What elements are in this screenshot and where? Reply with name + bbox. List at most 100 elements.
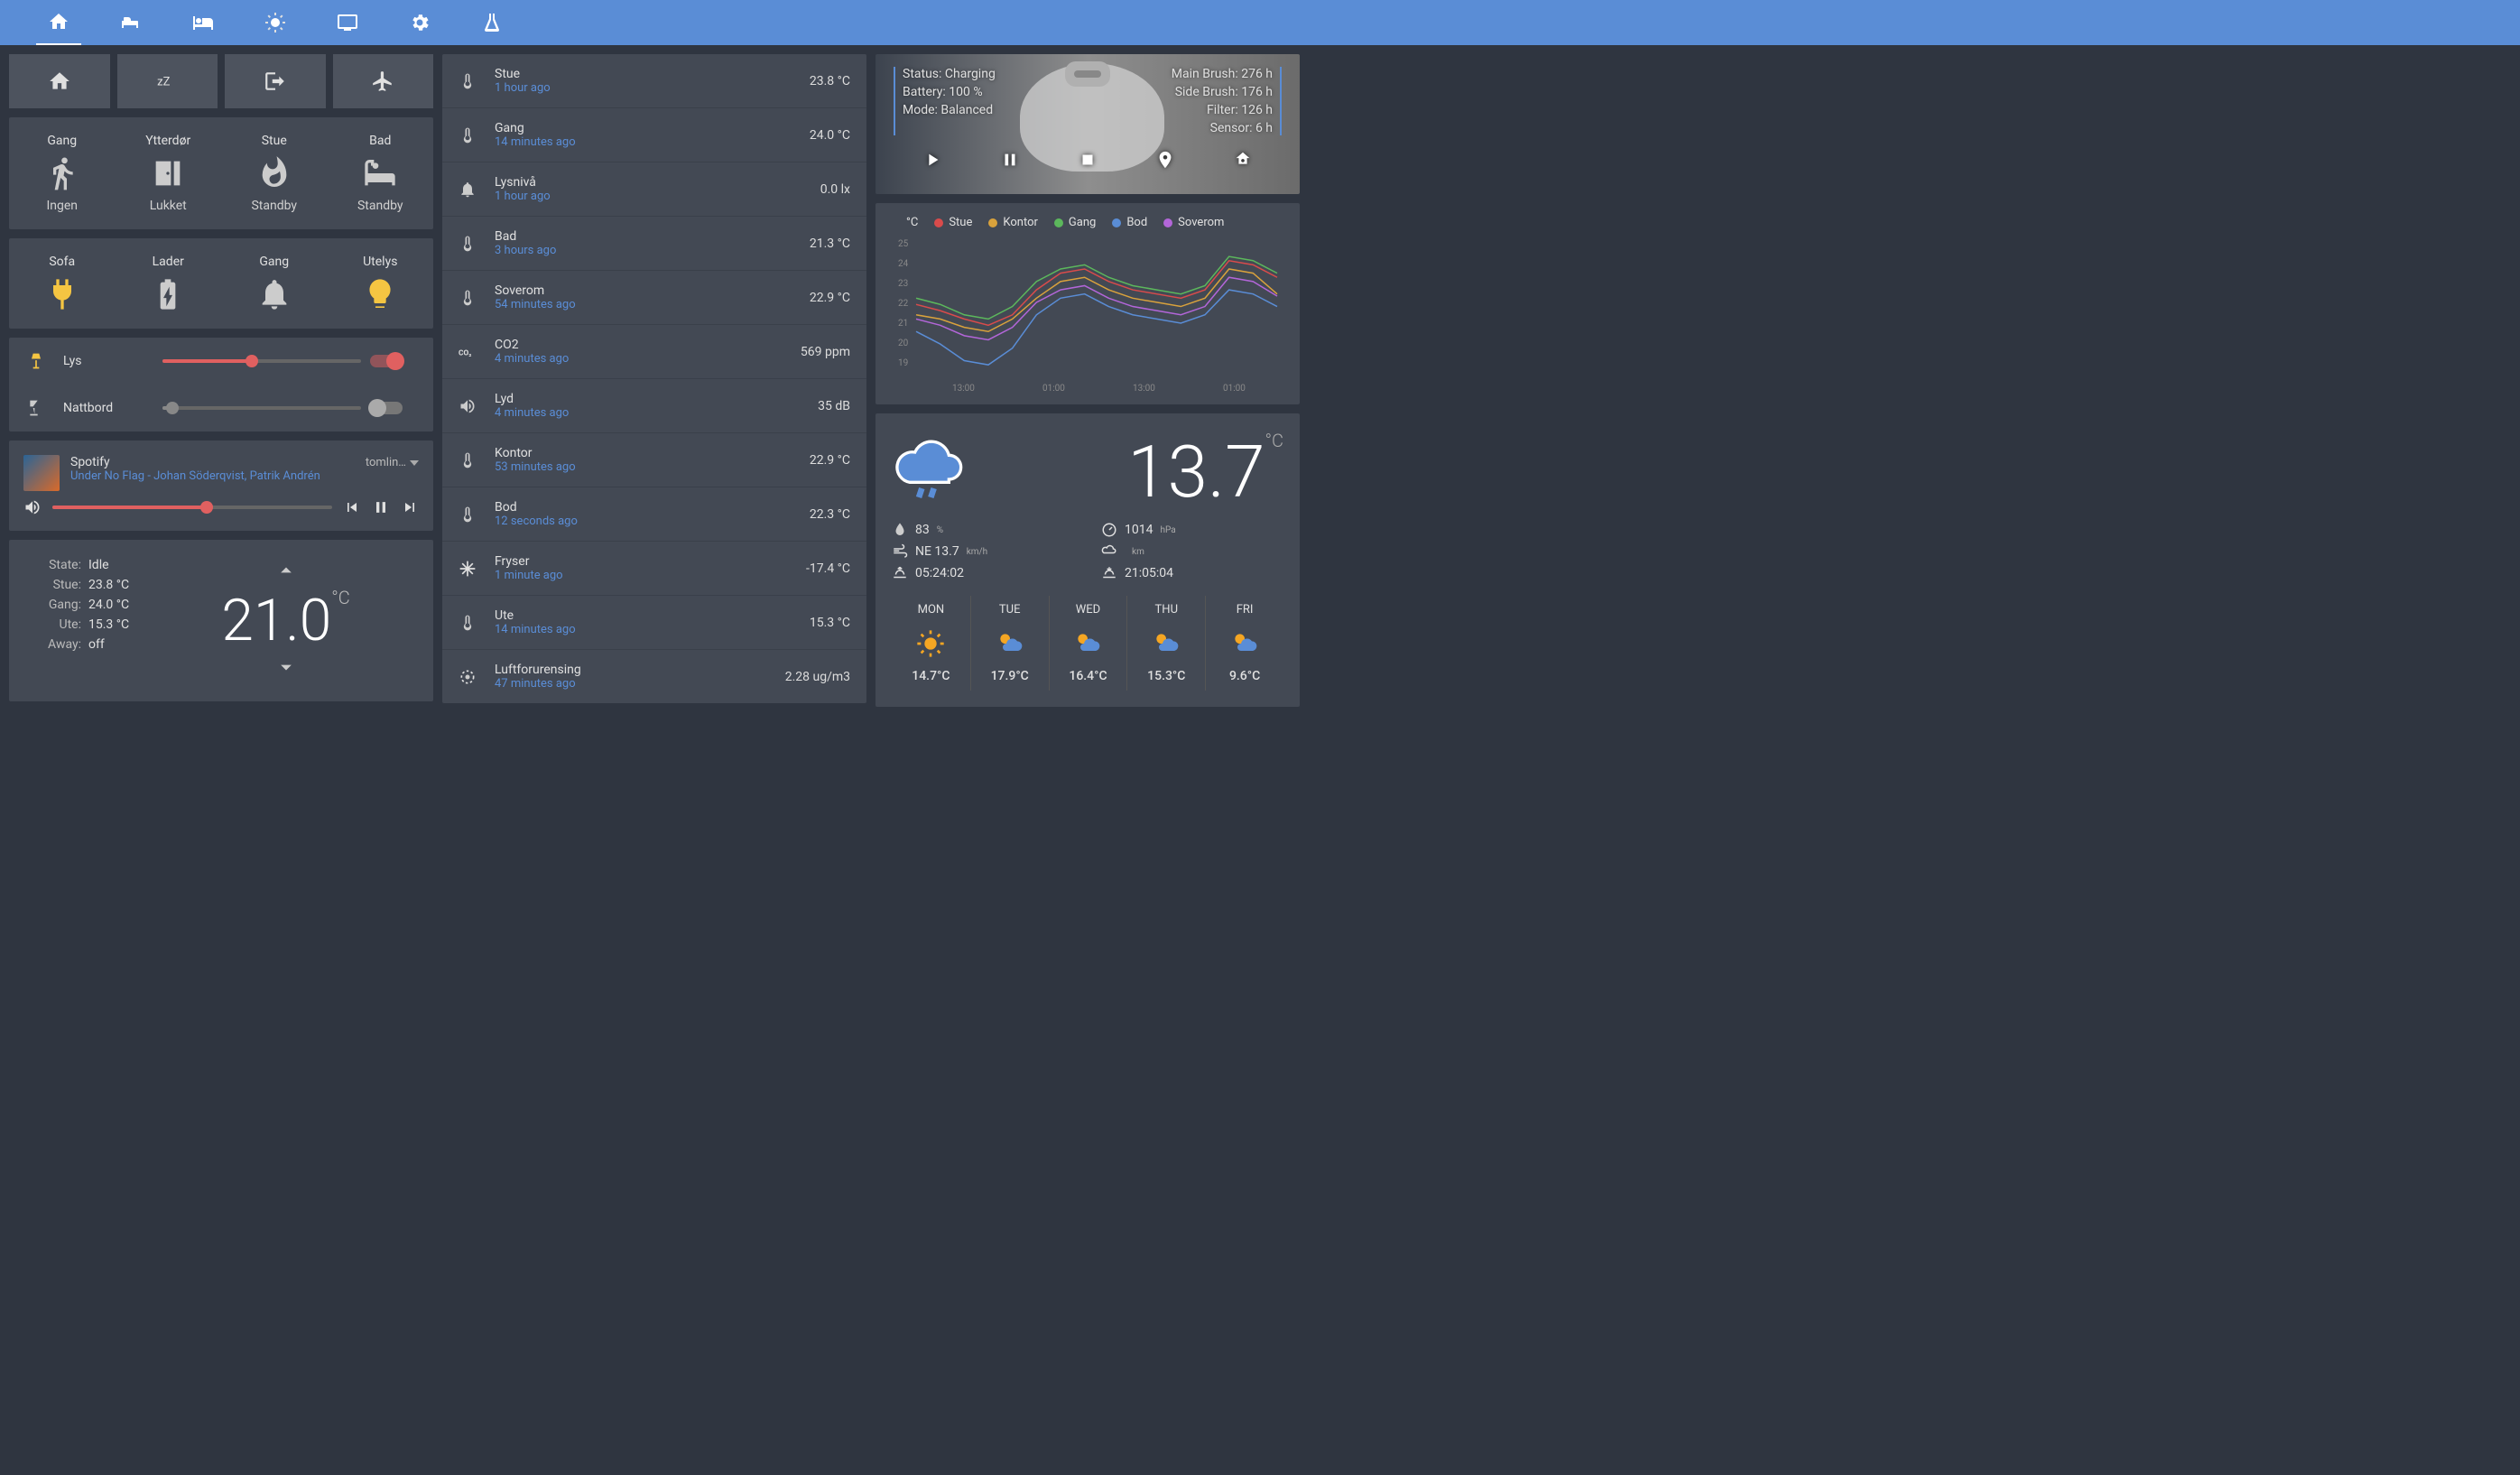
legend-item[interactable]: Soverom — [1163, 216, 1224, 229]
tv-icon — [337, 12, 358, 33]
tile-state: Lukket — [150, 199, 187, 213]
media-title: Spotify — [70, 455, 355, 469]
weather-icon — [1073, 629, 1102, 658]
legend-item[interactable]: Stue — [934, 216, 972, 229]
weather-card: 13.7°C 83% 1014hPa NE 13.7km/h km 05:24:… — [876, 413, 1300, 707]
sensor-row[interactable]: CO24 minutes ago 569 ppm — [442, 325, 866, 379]
vacuum-pause-button[interactable] — [1000, 150, 1020, 170]
therm-icon — [459, 451, 477, 469]
therm-icon — [459, 126, 477, 144]
sensor-time: 14 minutes ago — [495, 135, 810, 149]
vacuum-status: Status: Charging — [903, 67, 996, 81]
switch-tiles: Sofa Lader Gang Utelys — [9, 238, 433, 329]
sensor-row[interactable]: Ute14 minutes ago 15.3 °C — [442, 596, 866, 650]
sunset: 21:05:04 — [1101, 565, 1283, 581]
sensor-row[interactable]: Fryser1 minute ago -17.4 °C — [442, 542, 866, 596]
nav-bedroom2[interactable] — [181, 0, 226, 45]
ute-value: 15.3 °C — [88, 617, 129, 632]
svg-text:01:00: 01:00 — [1042, 384, 1065, 394]
forecast-day: MON14.7°C — [892, 596, 970, 691]
svg-text:13:00: 13:00 — [1133, 384, 1155, 394]
sensor-value: 0.0 lx — [820, 182, 850, 197]
sensor-time: 54 minutes ago — [495, 298, 810, 311]
legend-item[interactable]: Kontor — [988, 216, 1038, 229]
sensor-value: 35 dB — [818, 399, 850, 413]
nav-home[interactable] — [36, 0, 81, 45]
scene-buttons — [9, 54, 433, 108]
scene-leave[interactable] — [225, 54, 326, 108]
fire-icon — [256, 106, 292, 241]
chart-legend: °C StueKontorGangBodSoverom — [888, 212, 1287, 233]
nav-bedroom1[interactable] — [108, 0, 153, 45]
sensor-row[interactable]: Luftforurensing47 minutes ago 2.28 ug/m3 — [442, 650, 866, 703]
next-button[interactable] — [401, 498, 419, 516]
tile-gang-light[interactable]: Gang — [221, 247, 328, 320]
light-toggle[interactable] — [370, 402, 403, 414]
sensor-row[interactable]: Kontor53 minutes ago 22.9 °C — [442, 433, 866, 487]
wind-icon — [892, 543, 908, 560]
pause-button[interactable] — [372, 498, 390, 516]
gang-value: 24.0 °C — [88, 598, 129, 612]
sensor-time: 53 minutes ago — [495, 460, 810, 474]
sensor-name: Soverom — [495, 283, 810, 298]
temp-up-button[interactable] — [273, 558, 299, 587]
tile-utelys[interactable]: Utelys — [328, 247, 434, 320]
sensor-row[interactable]: Lyd4 minutes ago 35 dB — [442, 379, 866, 433]
source-select[interactable]: tomlin… — [366, 455, 419, 469]
nav-settings[interactable] — [397, 0, 442, 45]
brightness-slider[interactable] — [162, 359, 361, 363]
vacuum-sensor: Sensor: 6 h — [1172, 121, 1273, 135]
tile-lader[interactable]: Lader — [116, 247, 222, 320]
day-temp: 15.3°C — [1135, 669, 1198, 683]
legend-item[interactable]: Gang — [1054, 216, 1096, 229]
legend-item[interactable]: Bod — [1112, 216, 1147, 229]
scene-away[interactable] — [333, 54, 434, 108]
humidity: 83% — [892, 522, 1074, 538]
scene-home[interactable] — [9, 54, 110, 108]
nav-tv[interactable] — [325, 0, 370, 45]
light-nattbord: Nattbord — [9, 385, 433, 431]
legend-dot — [988, 218, 997, 227]
prev-button[interactable] — [343, 498, 361, 516]
sensor-row[interactable]: Soverom54 minutes ago 22.9 °C — [442, 271, 866, 325]
scene-sleep[interactable] — [117, 54, 218, 108]
nav-lab[interactable] — [469, 0, 514, 45]
svg-text:20: 20 — [898, 339, 909, 348]
lamp-icon — [27, 399, 45, 417]
gauge-icon — [1101, 522, 1117, 538]
sensor-time: 4 minutes ago — [495, 352, 801, 366]
sensor-row[interactable]: Lysnivå1 hour ago 0.0 lx — [442, 162, 866, 217]
sensor-value: 24.0 °C — [810, 128, 850, 143]
sleep-icon — [155, 70, 179, 93]
volume-icon[interactable] — [23, 498, 42, 516]
vacuum-filter: Filter: 126 h — [1172, 103, 1273, 117]
tile-sofa[interactable]: Sofa — [9, 247, 116, 320]
legend-label: Bod — [1126, 216, 1147, 229]
chevron-up-icon — [273, 558, 299, 583]
vacuum-locate-button[interactable] — [1155, 150, 1175, 170]
vacuum-dock-button[interactable] — [1233, 150, 1253, 170]
sensor-row[interactable]: Gang14 minutes ago 24.0 °C — [442, 108, 866, 162]
tile-stue[interactable]: Stue Standby — [221, 126, 328, 220]
tile-gang[interactable]: Gang Ingen — [9, 126, 116, 220]
sensor-row[interactable]: Stue1 hour ago 23.8 °C — [442, 54, 866, 108]
tile-ytterdor[interactable]: Ytterdør Lukket — [116, 126, 222, 220]
tile-bad[interactable]: Bad Standby — [328, 126, 434, 220]
svg-text:21: 21 — [898, 319, 908, 329]
sensor-row[interactable]: Bad3 hours ago 21.3 °C — [442, 217, 866, 271]
home-icon — [48, 70, 71, 93]
volume-slider[interactable] — [52, 506, 332, 509]
sensor-list: Stue1 hour ago 23.8 °C Gang14 minutes ag… — [442, 54, 866, 703]
vacuum-card: Status: Charging Battery: 100 % Mode: Ba… — [876, 54, 1300, 194]
sensor-name: Lysnivå — [495, 175, 820, 190]
status-tiles: Gang Ingen Ytterdør Lukket Stue Standby … — [9, 117, 433, 229]
nav-brightness[interactable] — [253, 0, 298, 45]
vacuum-play-button[interactable] — [922, 150, 942, 170]
sensor-name: Lyd — [495, 392, 818, 406]
vacuum-stop-button[interactable] — [1078, 150, 1098, 170]
light-toggle[interactable] — [370, 355, 403, 367]
temp-down-button[interactable] — [273, 654, 299, 683]
brightness-slider[interactable] — [162, 406, 361, 410]
stue-value: 23.8 °C — [88, 578, 129, 592]
sensor-row[interactable]: Bod12 seconds ago 22.3 °C — [442, 487, 866, 542]
